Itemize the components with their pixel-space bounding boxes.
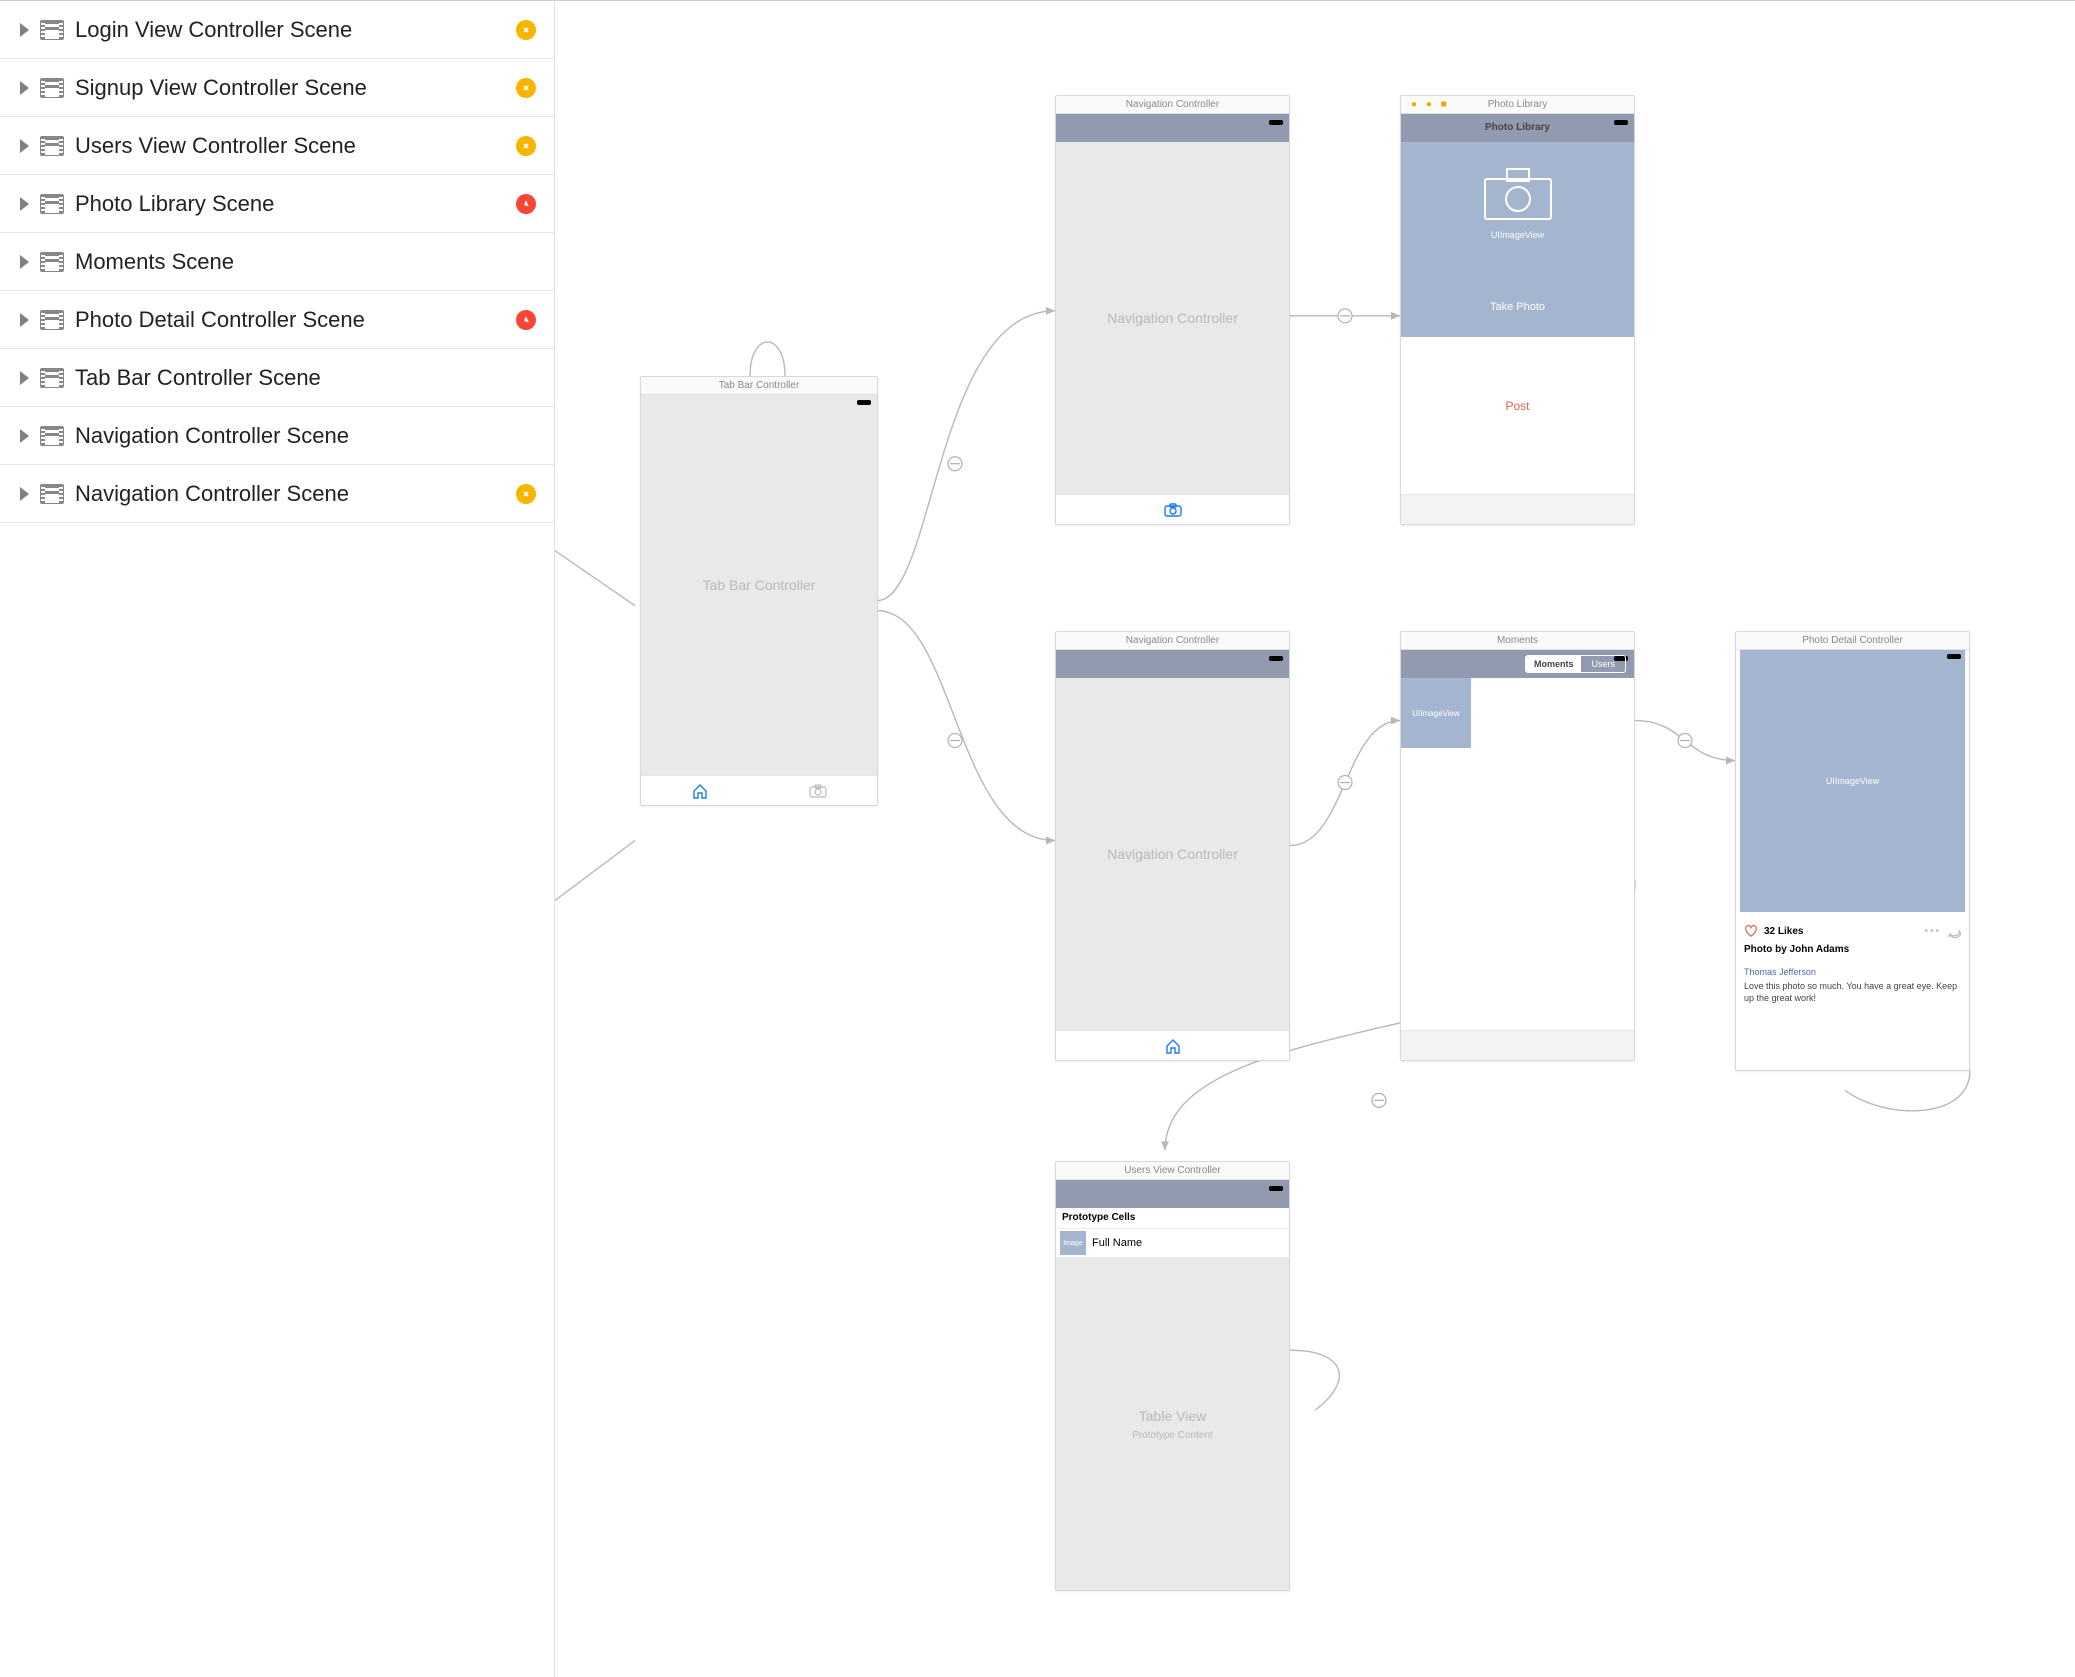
scene-outline-sidebar: Login View Controller Scene Signup View … — [0, 0, 555, 1677]
error-badge-icon[interactable] — [516, 310, 536, 330]
scene-titlebar: Photo Detail Controller — [1736, 632, 1969, 650]
scene-row[interactable]: Photo Library Scene — [0, 175, 554, 233]
scene-row[interactable]: Moments Scene — [0, 233, 554, 291]
tabbar-controller-scene[interactable]: Tab Bar Controller Tab Bar Controller — [640, 376, 878, 806]
tab-bar — [1056, 1030, 1289, 1060]
navigation-controller-scene-2[interactable]: Navigation Controller Navigation Control… — [1055, 631, 1290, 1061]
scene-row[interactable]: Users View Controller Scene — [0, 117, 554, 175]
disclosure-triangle-icon[interactable] — [20, 313, 29, 327]
disclosure-triangle-icon[interactable] — [20, 81, 29, 95]
error-badge-icon[interactable] — [516, 194, 536, 214]
tab-bar — [1056, 494, 1289, 524]
scene-label: Photo Library Scene — [75, 191, 516, 217]
navigation-bar: Moments Users — [1401, 650, 1634, 678]
warning-badge-icon[interactable] — [516, 78, 536, 98]
scene-row[interactable]: Photo Detail Controller Scene — [0, 291, 554, 349]
controller-placeholder-text: Tab Bar Controller — [641, 577, 877, 593]
moments-scene[interactable]: Moments Moments Users UIImageView — [1400, 631, 1635, 1061]
scene-label: Moments Scene — [75, 249, 536, 275]
disclosure-triangle-icon[interactable] — [20, 255, 29, 269]
warning-badge-icon[interactable] — [516, 484, 536, 504]
prototype-content-placeholder: Prototype Content — [1056, 1430, 1289, 1441]
scene-label: Navigation Controller Scene — [75, 423, 536, 449]
comment-text: Love this photo so much. You have a grea… — [1740, 979, 1965, 1006]
cell-image-placeholder: Image — [1060, 1231, 1086, 1255]
scene-titlebar: Photo Library ● ● ■ — [1401, 96, 1634, 114]
disclosure-triangle-icon[interactable] — [20, 487, 29, 501]
controller-placeholder-text: Navigation Controller — [1056, 310, 1289, 326]
likes-count: 32 Likes — [1764, 926, 1803, 937]
scene-titlebar: Users View Controller — [1056, 1162, 1289, 1180]
users-view-controller-scene[interactable]: Users View Controller Prototype Cells Im… — [1055, 1161, 1290, 1591]
scene-label: Users View Controller Scene — [75, 133, 516, 159]
scene-label: Signup View Controller Scene — [75, 75, 516, 101]
photo-by-label: Photo by John Adams — [1740, 944, 1965, 959]
comment-icon[interactable] — [1947, 924, 1961, 938]
storyboard-scene-icon — [40, 484, 64, 504]
photo-detail-controller-scene[interactable]: Photo Detail Controller UIImageView 32 L… — [1735, 631, 1970, 1071]
tab-camera-icon[interactable] — [1056, 495, 1289, 524]
take-photo-button[interactable]: Take Photo — [1401, 301, 1634, 313]
storyboard-scene-icon — [40, 426, 64, 446]
storyboard-scene-icon — [40, 310, 64, 330]
commenter-name[interactable]: Thomas Jefferson — [1740, 959, 1965, 979]
more-icon[interactable]: ••• — [1924, 926, 1941, 937]
scene-titlebar: Navigation Controller — [1056, 96, 1289, 114]
scene-row[interactable]: Tab Bar Controller Scene — [0, 349, 554, 407]
camera-icon — [1483, 167, 1553, 222]
tab-home-icon[interactable] — [1056, 1031, 1289, 1060]
tableview-placeholder: Table View — [1056, 1408, 1289, 1424]
uiimageview-label: UIImageView — [1401, 230, 1634, 240]
tab-bar — [641, 775, 877, 805]
disclosure-triangle-icon[interactable] — [20, 197, 29, 211]
prototype-cells-header: Prototype Cells — [1056, 1208, 1289, 1228]
controller-placeholder-text: Navigation Controller — [1056, 846, 1289, 862]
heart-icon[interactable] — [1744, 924, 1758, 938]
disclosure-triangle-icon[interactable] — [20, 139, 29, 153]
disclosure-triangle-icon[interactable] — [20, 371, 29, 385]
segment-users[interactable]: Users — [1581, 656, 1625, 672]
navigation-bar — [1056, 650, 1289, 678]
scene-label: Login View Controller Scene — [75, 17, 516, 43]
tab-bar — [1401, 494, 1634, 524]
scene-titlebar: Moments — [1401, 632, 1634, 650]
nav-bar-title: Photo Library — [1401, 114, 1634, 142]
scene-label: Photo Detail Controller Scene — [75, 307, 516, 333]
storyboard-scene-icon — [40, 136, 64, 156]
disclosure-triangle-icon[interactable] — [20, 23, 29, 37]
cell-fullname-label: Full Name — [1092, 1237, 1142, 1249]
scene-row[interactable]: Navigation Controller Scene — [0, 407, 554, 465]
storyboard-canvas[interactable]: Tab Bar Controller Tab Bar Controller Na… — [555, 0, 2075, 1677]
scene-row[interactable]: Navigation Controller Scene — [0, 465, 554, 523]
navigation-bar — [1056, 114, 1289, 142]
disclosure-triangle-icon[interactable] — [20, 429, 29, 443]
uiimageview-label: UIImageView — [1412, 709, 1459, 718]
scene-titlebar: Tab Bar Controller — [641, 377, 877, 395]
storyboard-scene-icon — [40, 78, 64, 98]
storyboard-scene-icon — [40, 20, 64, 40]
uiimageview-label: UIImageView — [1740, 776, 1965, 786]
storyboard-scene-icon — [40, 252, 64, 272]
scene-label: Navigation Controller Scene — [75, 481, 516, 507]
scene-row[interactable]: Login View Controller Scene — [0, 1, 554, 59]
warning-badge-icon[interactable] — [516, 20, 536, 40]
navigation-controller-scene-1[interactable]: Navigation Controller Navigation Control… — [1055, 95, 1290, 525]
storyboard-scene-icon — [40, 194, 64, 214]
segment-moments[interactable]: Moments — [1526, 656, 1582, 672]
tab-home-icon[interactable] — [641, 776, 759, 805]
tab-bar — [1401, 1030, 1634, 1060]
storyboard-scene-icon — [40, 368, 64, 388]
warning-badge-icon[interactable] — [516, 136, 536, 156]
scene-label: Tab Bar Controller Scene — [75, 365, 536, 391]
post-button[interactable]: Post — [1401, 399, 1634, 413]
navigation-bar — [1056, 1180, 1289, 1208]
scene-titlebar: Navigation Controller — [1056, 632, 1289, 650]
scene-row[interactable]: Signup View Controller Scene — [0, 59, 554, 117]
navigation-bar: Photo Library — [1401, 114, 1634, 142]
photo-library-scene[interactable]: Photo Library ● ● ■ Photo Library UIImag… — [1400, 95, 1635, 525]
tab-camera-icon[interactable] — [759, 776, 877, 805]
